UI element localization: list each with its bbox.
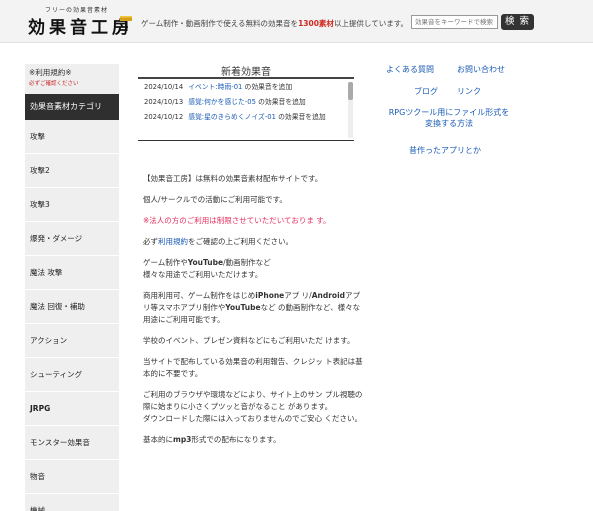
news-suffix: の効果音を追加 [244, 83, 293, 91]
sidebar-item-action[interactable]: アクション [25, 324, 119, 358]
intro-paragraph: 学校のイベント、プレゼン資料などにもご利用いただ けます。 [143, 336, 355, 345]
news-date: 2024/10/12 [144, 113, 184, 121]
faq-link[interactable]: よくある質問 [386, 64, 434, 75]
sidebar-item-attack3[interactable]: 攻撃3 [25, 188, 119, 222]
category-title: 効果音素材カテゴリ [25, 94, 119, 120]
news-item: 2024/10/13 感覚:何かを感じた-05 の効果音を追加 [138, 95, 354, 110]
terms-link[interactable]: 利用規約 [158, 237, 188, 246]
sidebar-item-objects[interactable]: 物音 [25, 460, 119, 494]
news-item: 2024/10/14 イベント:時雨-01 の効果音を追加 [138, 80, 354, 95]
sidebar-item-jrpg[interactable]: JRPG [25, 392, 119, 426]
intro-paragraph: 個人/サークルでの活動にご利用可能です。 [143, 195, 287, 204]
intro-paragraph: 当サイトで配布している効果音の利用報告、クレジッ ト表記は基本的に不要です。 [143, 357, 363, 378]
news-date: 2024/10/13 [144, 98, 184, 106]
news-date: 2024/10/14 [144, 83, 184, 91]
sidebar-item-attack[interactable]: 攻撃 [25, 120, 119, 154]
intro-paragraph: 基本的にmp3形式での配布になります。 [143, 435, 281, 444]
news-link[interactable]: イベント:時雨-01 [188, 83, 242, 91]
news-link[interactable]: 感覚:何かを感じた-05 [188, 98, 256, 106]
intro-paragraph: ご利用のブラウザや環境などにより、サイト上のサン プル視聴の際に始まりに小さくプ… [143, 390, 363, 411]
news-item: 2024/10/12 感覚:星のきらめくノイズ-01 の効果音を追加 [138, 110, 354, 125]
site-header: フリーの効果音素材 効果音工房 ゲーム制作・動画制作で使える無料の効果音を130… [0, 0, 593, 43]
scrollbar-thumb[interactable] [348, 82, 353, 100]
corporate-restriction-notice: ※法人の方のご利用は制限させていただいておりま す。 [143, 216, 331, 225]
site-logo[interactable]: 効果音工房 [28, 13, 133, 38]
news-suffix: の効果音を追加 [258, 98, 306, 106]
news-scrollbar[interactable] [348, 82, 353, 138]
apps-link[interactable]: 昔作ったアプリとか [409, 145, 481, 156]
news-divider [138, 77, 354, 79]
site-tagline: ゲーム制作・動画制作で使える無料の効果音を1300素材以上提供しています。 [141, 19, 408, 28]
news-list[interactable]: 2024/10/14 イベント:時雨-01 の効果音を追加 2024/10/13 感… [138, 80, 354, 141]
sidebar-item-explosion-damage[interactable]: 爆発・ダメージ [25, 222, 119, 256]
category-sidebar: ※利用規約※ 必ずご確認ください 効果音素材カテゴリ 攻撃 攻撃2 攻撃3 爆発… [25, 64, 119, 511]
sidebar-item-magic-heal[interactable]: 魔法 回復・補助 [25, 290, 119, 324]
search-button[interactable]: 検 索 [501, 14, 534, 30]
news-suffix: の効果音を追加 [278, 113, 326, 121]
hammer-icon [120, 16, 132, 31]
sidebar-item-monster[interactable]: モンスター効果音 [25, 426, 119, 460]
intro-paragraph: 【効果音工房】は無料の効果音素材配布サイトです。 [143, 174, 323, 183]
rpg-convert-link[interactable]: RPGツクール用にファイル形式を 変換する方法 [372, 107, 526, 129]
news-title: 新着効果音 [221, 67, 271, 78]
intro-paragraph: 必ず利用規約をご確認の上ご利用ください。 [143, 237, 293, 246]
intro-content: 【効果音工房】は無料の効果音素材配布サイトです。 個人/サークルでの活動にご利用… [143, 173, 365, 455]
terms-notice-title[interactable]: ※利用規約※ [29, 67, 115, 78]
intro-paragraph: 商用利用可、ゲーム制作をはじめiPhoneアプ リ/Androidアプリ等スマホ… [143, 291, 361, 324]
links-link[interactable]: リンク [457, 86, 481, 97]
intro-paragraph: ダウンロードした際には入っておりませんのでご安心 ください。 [143, 414, 363, 423]
terms-notice-subtitle: 必ずご確認ください [29, 81, 79, 87]
news-link[interactable]: 感覚:星のきらめくノイズ-01 [188, 113, 276, 121]
sidebar-item-magic-attack[interactable]: 魔法 攻撃 [25, 256, 119, 290]
contact-link[interactable]: お問い合わせ [457, 64, 505, 75]
terms-notice[interactable]: ※利用規約※ 必ずご確認ください [25, 64, 119, 94]
sidebar-item-shooting[interactable]: シューティング [25, 358, 119, 392]
intro-paragraph: ゲーム制作やYouTube/動画制作など 様々な用途でご利用いただけます。 [143, 258, 271, 279]
sidebar-item-machine[interactable]: 機械 [25, 494, 119, 511]
sidebar-item-attack2[interactable]: 攻撃2 [25, 154, 119, 188]
search-input[interactable] [411, 15, 498, 29]
blog-link[interactable]: ブログ [414, 86, 438, 97]
